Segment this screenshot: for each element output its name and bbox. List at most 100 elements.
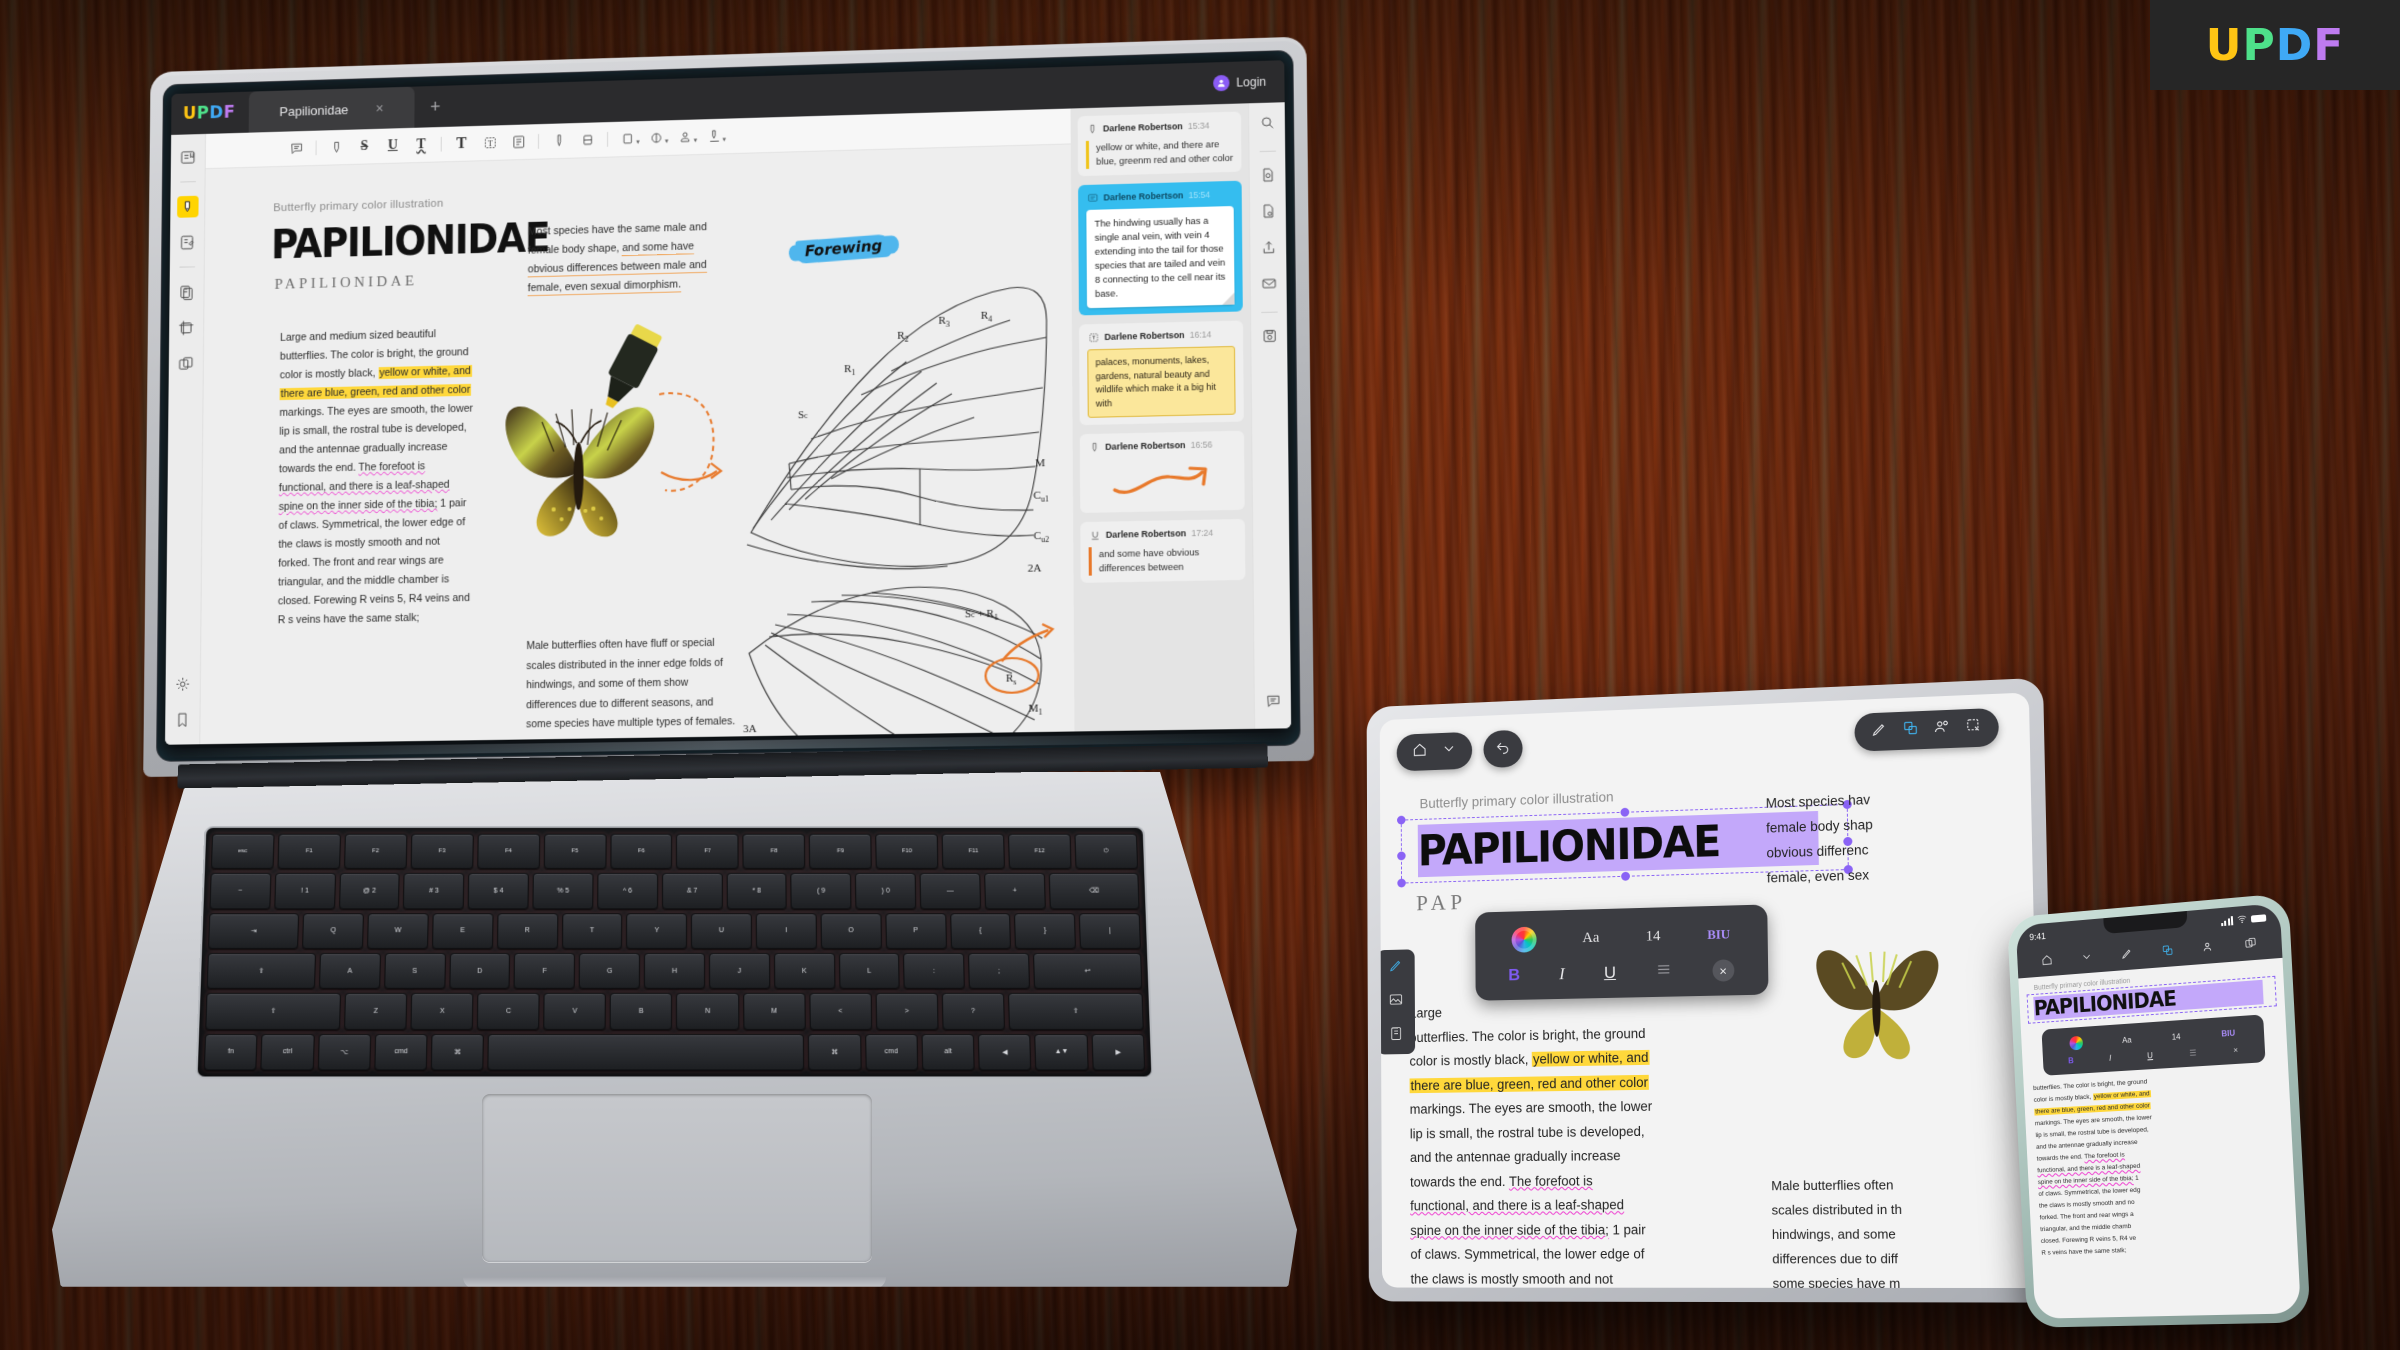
keyboard-key[interactable]: > bbox=[875, 993, 939, 1030]
italic-button[interactable]: I bbox=[1559, 964, 1565, 984]
keyboard-key[interactable]: B bbox=[610, 993, 673, 1030]
keyboard-key[interactable]: — bbox=[919, 873, 981, 910]
handle-bottom-center[interactable] bbox=[1621, 871, 1630, 881]
keyboard-key[interactable]: ) 0 bbox=[855, 873, 917, 910]
italic-button[interactable]: I bbox=[2109, 1054, 2112, 1063]
comment-tool[interactable] bbox=[283, 136, 308, 160]
keyboard-key[interactable]: F10 bbox=[875, 833, 939, 870]
keyboard-key[interactable]: F1 bbox=[277, 833, 341, 870]
keyboard-key[interactable]: F2 bbox=[343, 833, 408, 870]
keyboard-key[interactable]: E bbox=[431, 912, 494, 949]
keyboard-key[interactable]: K bbox=[773, 952, 835, 990]
pen-icon[interactable] bbox=[1870, 720, 1888, 743]
keyboard-key[interactable]: ⇧ bbox=[1007, 993, 1144, 1030]
keyboard-key[interactable]: V bbox=[543, 993, 607, 1030]
keyboard-key[interactable]: { bbox=[949, 912, 1012, 949]
keyboard-key[interactable]: alt bbox=[921, 1033, 975, 1071]
home-icon[interactable] bbox=[1412, 741, 1428, 763]
keyboard-key[interactable]: Z bbox=[344, 993, 408, 1030]
underline-button[interactable]: U bbox=[1604, 963, 1616, 983]
comment-card[interactable]: Darlene Robertson 17:24 and some have obvi… bbox=[1080, 518, 1246, 583]
undo-button[interactable] bbox=[1483, 729, 1523, 769]
draw-tool[interactable]: ▾ bbox=[644, 126, 670, 150]
strikethrough-tool[interactable]: S bbox=[352, 134, 378, 158]
signature-tool[interactable]: ▾ bbox=[701, 124, 727, 148]
keyboard-key[interactable]: esc bbox=[210, 833, 275, 870]
style-button[interactable]: BIU bbox=[2221, 1028, 2235, 1038]
keyboard-key[interactable]: L bbox=[838, 952, 901, 990]
format-toolbar[interactable]: Aa 14 BIU B I U × bbox=[1475, 904, 1769, 1001]
keyboard-key[interactable]: ▶ bbox=[1091, 1033, 1146, 1071]
comment-panel-icon[interactable] bbox=[1264, 693, 1281, 715]
text-edit-icon[interactable] bbox=[1902, 719, 1920, 742]
keyboard-key[interactable]: F8 bbox=[742, 833, 806, 870]
protect-icon[interactable] bbox=[1260, 203, 1277, 225]
text-box-tool[interactable]: T bbox=[477, 131, 503, 155]
color-wheel-icon[interactable] bbox=[2068, 1035, 2083, 1051]
keyboard-key[interactable]: } bbox=[1014, 912, 1077, 949]
close-icon[interactable]: × bbox=[376, 100, 384, 116]
keyboard-key[interactable] bbox=[487, 1033, 805, 1071]
keyboard-key[interactable]: $ 4 bbox=[467, 873, 529, 910]
sidebar-item-page-thumbnails[interactable] bbox=[176, 281, 198, 303]
keyboard-key[interactable]: @ 2 bbox=[338, 873, 401, 910]
keyboard-key[interactable]: ! 1 bbox=[274, 873, 336, 910]
keyboard-key[interactable]: C bbox=[477, 993, 540, 1030]
trackpad[interactable] bbox=[482, 1094, 872, 1262]
keyboard-key[interactable]: & 7 bbox=[661, 873, 723, 910]
keyboard-key[interactable]: O bbox=[820, 912, 882, 949]
keyboard-key[interactable]: G bbox=[578, 952, 641, 990]
keyboard-key[interactable]: Q bbox=[302, 912, 364, 949]
keyboard-key[interactable]: ; bbox=[968, 952, 1031, 990]
keyboard-key[interactable]: F6 bbox=[609, 833, 673, 870]
new-tab-button[interactable]: + bbox=[430, 96, 440, 117]
share-users-icon[interactable] bbox=[2202, 940, 2216, 959]
keyboard-key[interactable]: X bbox=[410, 993, 474, 1030]
keyboard-key[interactable]: | bbox=[1079, 912, 1141, 949]
ocr-icon[interactable] bbox=[1259, 167, 1276, 189]
keyboard-key[interactable]: F12 bbox=[1008, 833, 1072, 870]
keyboard-key[interactable]: % 5 bbox=[532, 873, 594, 910]
font-size-value[interactable]: 14 bbox=[2172, 1032, 2181, 1042]
font-button[interactable]: Aa bbox=[1582, 929, 1599, 946]
bold-button[interactable]: B bbox=[2068, 1056, 2074, 1065]
keyboard-key[interactable]: ⇥ bbox=[208, 912, 300, 949]
shape-tool[interactable]: ▾ bbox=[615, 127, 641, 151]
sidebar-item-reader-view[interactable] bbox=[177, 146, 199, 168]
style-button[interactable]: BIU bbox=[1707, 926, 1730, 943]
keyboard-key[interactable]: ⌘ bbox=[808, 1033, 862, 1071]
chevron-down-icon[interactable] bbox=[2080, 950, 2093, 969]
email-icon[interactable] bbox=[1260, 275, 1277, 297]
tablet-tools-pill[interactable] bbox=[1854, 707, 2000, 752]
keyboard-key[interactable]: F4 bbox=[476, 833, 540, 870]
keyboard-key[interactable]: H bbox=[643, 952, 705, 990]
keyboard-key[interactable]: : bbox=[903, 952, 966, 990]
color-wheel-icon[interactable] bbox=[1511, 926, 1537, 953]
stamp-tool[interactable]: ▾ bbox=[672, 125, 698, 149]
sticky-note-tool[interactable] bbox=[505, 130, 531, 154]
keyboard-key[interactable]: ~ bbox=[209, 873, 272, 910]
keyboard-key[interactable]: W bbox=[367, 912, 429, 949]
keyboard-key[interactable]: ⌥ bbox=[317, 1033, 372, 1071]
keyboard-key[interactable]: F7 bbox=[676, 833, 739, 870]
chevron-down-icon[interactable] bbox=[1441, 740, 1457, 762]
keyboard-key[interactable]: ⇪ bbox=[206, 952, 316, 990]
home-icon[interactable] bbox=[2040, 953, 2053, 972]
keyboard-key[interactable]: M bbox=[742, 993, 806, 1030]
keyboard-key[interactable]: ⇧ bbox=[205, 993, 342, 1030]
keyboard-key[interactable]: ↩ bbox=[1033, 952, 1143, 990]
keyboard-key[interactable]: U bbox=[691, 912, 753, 949]
document-tab[interactable]: Papilionidae × bbox=[248, 86, 415, 133]
comment-card[interactable]: Darlene Robertson 16:56 bbox=[1079, 430, 1245, 514]
comment-card[interactable]: Darlene Robertson 16:14 palaces, monuments… bbox=[1078, 320, 1244, 426]
tablet-nav-pill[interactable] bbox=[1396, 731, 1473, 772]
select-icon[interactable] bbox=[1965, 717, 1983, 740]
keyboard-key[interactable]: fn bbox=[203, 1033, 258, 1071]
keyboard-key[interactable]: J bbox=[708, 952, 770, 990]
squiggly-underline-tool[interactable]: T bbox=[408, 133, 434, 157]
sidebar-item-organize-pages[interactable] bbox=[175, 352, 197, 374]
underline-tool[interactable]: U bbox=[380, 133, 406, 157]
keyboard-key[interactable]: ^ 6 bbox=[597, 873, 658, 910]
keyboard-key[interactable]: ⏻ bbox=[1074, 833, 1139, 870]
keyboard-key[interactable]: D bbox=[448, 952, 511, 990]
